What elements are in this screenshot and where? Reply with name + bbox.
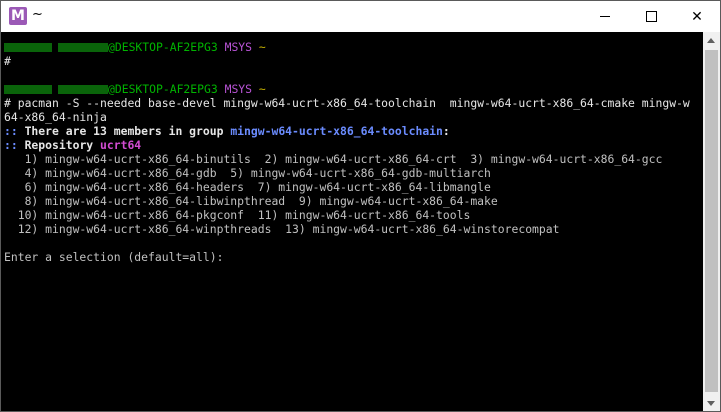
command-continuation: 64-x86_64-ninja <box>4 110 107 124</box>
scroll-thumb[interactable] <box>705 50 718 392</box>
selection-prompt[interactable]: Enter a selection (default=all): <box>4 250 704 264</box>
maximize-icon <box>645 11 657 22</box>
terminal-window: M ~ ✕ @DESKTOP-AF2EPG3 MSYS ~ # @DESKTOP… <box>0 0 721 412</box>
prompt-host: @DESKTOP-AF2EPG3 <box>108 40 218 54</box>
redacted-user <box>58 43 108 52</box>
repo-name: ucrt64 <box>100 138 142 152</box>
repo-prefix: :: <box>4 138 25 152</box>
group-text: There are 13 members in group <box>24 124 231 138</box>
redacted-user <box>4 85 52 94</box>
minimize-icon <box>600 16 610 17</box>
repo-text: Repository <box>24 138 101 152</box>
prompt-env: MSYS <box>224 82 253 96</box>
prompt-line-1: @DESKTOP-AF2EPG3 MSYS ~ <box>4 40 704 54</box>
redacted-user <box>4 43 52 52</box>
prompt-symbol: # <box>4 96 11 110</box>
command-text: pacman -S --needed base-devel mingw-w64-… <box>10 96 690 110</box>
group-name: mingw-w64-ucrt-x86_64-toolchain <box>230 124 443 138</box>
redacted-user <box>58 85 108 94</box>
scroll-down-icon[interactable] <box>707 401 715 406</box>
group-prefix: :: <box>4 124 25 138</box>
prompt-dir: ~ <box>258 82 266 96</box>
member-line: 6) mingw-w64-ucrt-x86_64-headers 7) ming… <box>4 180 491 194</box>
member-line: 12) mingw-w64-ucrt-x86_64-winpthreads 13… <box>4 222 560 236</box>
member-line: 1) mingw-w64-ucrt-x86_64-binutils 2) min… <box>4 152 663 166</box>
repository-header: :: Repository ucrt64 <box>4 138 704 152</box>
msys2-logo-icon[interactable]: M <box>9 7 27 25</box>
prompt-env: MSYS <box>224 40 253 54</box>
prompt-symbol-line: # <box>4 54 704 68</box>
member-line: 4) mingw-w64-ucrt-x86_64-gdb 5) mingw-w6… <box>4 166 491 180</box>
scroll-up-icon[interactable] <box>707 38 715 43</box>
group-suffix: : <box>442 124 450 138</box>
member-line: 8) mingw-w64-ucrt-x86_64-libwinpthread 9… <box>4 194 498 208</box>
prompt-host: @DESKTOP-AF2EPG3 <box>108 82 218 96</box>
maximize-button[interactable] <box>628 1 674 32</box>
prompt-dir: ~ <box>258 40 266 54</box>
window-title: ~ <box>32 7 43 22</box>
close-button[interactable]: ✕ <box>674 1 720 32</box>
minimize-button[interactable] <box>582 1 628 32</box>
terminal-output[interactable]: @DESKTOP-AF2EPG3 MSYS ~ # @DESKTOP-AF2EP… <box>1 32 704 411</box>
group-members-header: :: There are 13 members in group mingw-w… <box>4 124 704 138</box>
vertical-scrollbar[interactable] <box>703 32 720 411</box>
close-icon: ✕ <box>691 8 703 25</box>
command-line: # pacman -S --needed base-devel mingw-w6… <box>4 96 704 110</box>
prompt-line-2: @DESKTOP-AF2EPG3 MSYS ~ <box>4 82 704 96</box>
member-line: 10) mingw-w64-ucrt-x86_64-pkgconf 11) mi… <box>4 208 471 222</box>
title-bar[interactable]: M ~ ✕ <box>1 1 720 32</box>
prompt-symbol: # <box>4 54 11 68</box>
